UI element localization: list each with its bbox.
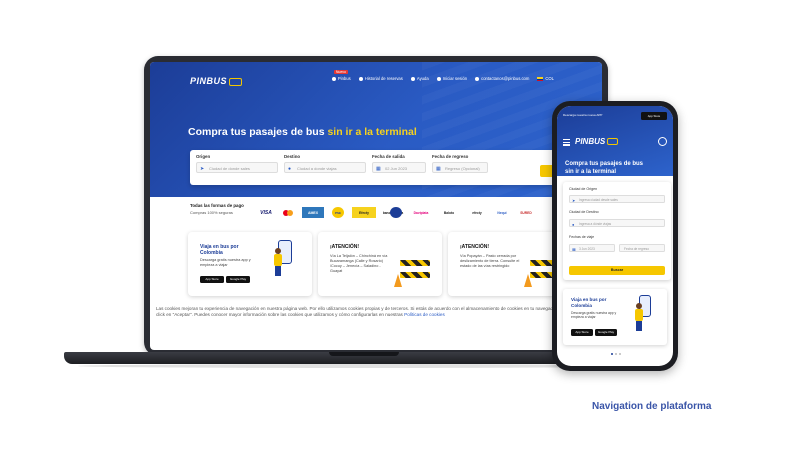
phone-calendar-icon: ▦ (572, 246, 576, 252)
visa-logo: VISA (260, 209, 272, 216)
nav-item-login[interactable]: Iniciar sesión (436, 76, 467, 81)
colombia-flag-icon (537, 76, 544, 81)
phone-search-form: Ciudad de Origen ➤ Ingresa ciudad desde s… (563, 182, 671, 280)
mail-icon (475, 76, 480, 81)
google-play-badge[interactable]: Google Play (226, 276, 250, 283)
phone-destination-input[interactable]: ● Ingresa a dónde viajas (569, 219, 665, 227)
calendar-return-icon: ▦ (436, 166, 441, 172)
efecty-brand-logo: efecty (472, 210, 482, 215)
hamburger-menu-icon[interactable] (563, 139, 570, 147)
phone-app-store-badge[interactable]: App Store (641, 111, 667, 120)
app-download-banner: Descarga nuestra nueva APP App Store (563, 110, 667, 121)
destination-field: Destino ● Ciudad a donde viajas (284, 154, 366, 173)
phone-promo-card[interactable]: Viaja en bus por Colombia Descarga grati… (563, 289, 667, 345)
phone-frame: Descarga nuestra nueva APP App Store PIN… (552, 101, 678, 371)
origin-input[interactable]: ➤ Ciudad de donde sales (196, 162, 278, 173)
phone-screen: Descarga nuestra nueva APP App Store PIN… (557, 106, 673, 366)
return-field: Fecha de regreso ▦ Regreso (Opcional) (432, 154, 488, 173)
alert-card-1[interactable]: ¡ATENCIÓN! Vía La Teljalón – Chinchiná e… (318, 232, 442, 296)
carousel-dots[interactable] (611, 353, 621, 355)
phone-card-app-store[interactable]: App Store (571, 329, 593, 336)
phone-location-icon: ➤ (572, 197, 576, 203)
cookie-banner: Las cookies mejoran tu experiencia de na… (156, 306, 588, 317)
top-navigation: Nuevo Pinbus Historial de reservas Ayuda … (331, 70, 554, 81)
phone-card-google-play[interactable]: Google Play (595, 329, 617, 336)
phone-pin-icon: ● (572, 221, 575, 227)
nav-item-help[interactable]: Ayuda (410, 76, 429, 81)
search-form: Origen ➤ Ciudad de donde sales Destino ● C… (190, 150, 602, 185)
whatsapp-icon[interactable] (658, 137, 667, 146)
departure-input[interactable]: ▦ 02 Jun 2023 (372, 162, 426, 173)
nav-item-history[interactable]: Historial de reservas (358, 76, 403, 81)
calendar-icon: ▦ (376, 166, 381, 172)
destination-input[interactable]: ● Ciudad a donde viajas (284, 162, 366, 173)
traffic-cone-icon-2 (524, 274, 532, 287)
help-icon (410, 76, 415, 81)
daviplata-brand-logo: Nequi (497, 210, 507, 215)
nav-item-home[interactable]: Nuevo Pinbus (331, 70, 351, 81)
location-pin-icon: ● (288, 166, 292, 172)
history-icon (358, 76, 363, 81)
pinbus-logo[interactable]: PINBUS (190, 76, 243, 86)
phone-date-input[interactable]: ▦ 3 Jun 2023 (569, 244, 615, 252)
amex-logo: AMEX (302, 207, 324, 218)
promo-card-app[interactable]: Viaja en bus por Colombia Descarga grati… (188, 232, 312, 296)
phone-origin-input[interactable]: ➤ Ingresa ciudad desde sales (569, 195, 665, 203)
efecty-logo: Efecty (352, 207, 376, 218)
payment-methods: Todas las formas de pago Compras 100% se… (190, 203, 602, 227)
phone-search-button[interactable]: Buscar (569, 266, 665, 275)
traffic-cone-icon (394, 274, 402, 287)
nav-item-country[interactable]: COL (537, 76, 554, 81)
daviplata-logo: Daviplata (413, 210, 429, 215)
return-input[interactable]: ▦ Regreso (Opcional) (432, 162, 488, 173)
phone-hero-title: Compra tus pasajes de bus sin ir a la te… (565, 161, 644, 175)
user-icon (436, 76, 441, 81)
caption: Navigation de plataforma (592, 401, 712, 412)
road-barrier-lower (400, 272, 430, 278)
location-icon: ➤ (200, 166, 205, 172)
baloto-logo: Baloto (443, 210, 455, 215)
nav-item-contact[interactable]: contactanos@pinbus.com (475, 76, 529, 81)
mastercard-logo (282, 207, 294, 218)
phone-pinbus-logo[interactable]: PINBUS (575, 137, 619, 146)
cookie-policy-link[interactable]: Políticas de cookies (404, 312, 445, 317)
hero-title: Compra tus pasajes de bus sin ir a la te… (188, 126, 417, 138)
new-badge: Nuevo (333, 70, 348, 74)
origin-field: Origen ➤ Ciudad de donde sales (196, 154, 278, 173)
phone-return-input[interactable]: Fecha de regreso (619, 244, 665, 252)
bus-icon (229, 77, 243, 86)
app-store-badge[interactable]: App Store (200, 276, 224, 283)
nequi-logo (390, 207, 402, 218)
phone-bus-icon (607, 138, 619, 146)
laptop-screen: PINBUS Nuevo Pinbus Historial de reservas… (150, 62, 602, 350)
phone-hero: Descarga nuestra nueva APP App Store PIN… (557, 106, 673, 176)
sured-logo: SURED (520, 210, 532, 215)
road-barrier-illustration (400, 260, 430, 266)
home-icon (331, 76, 336, 81)
departure-field: Fecha de salida ▦ 02 Jun 2023 (372, 154, 426, 173)
pse-logo: PSE (332, 207, 344, 218)
device-mockup: PINBUS Nuevo Pinbus Historial de reservas… (0, 0, 800, 456)
